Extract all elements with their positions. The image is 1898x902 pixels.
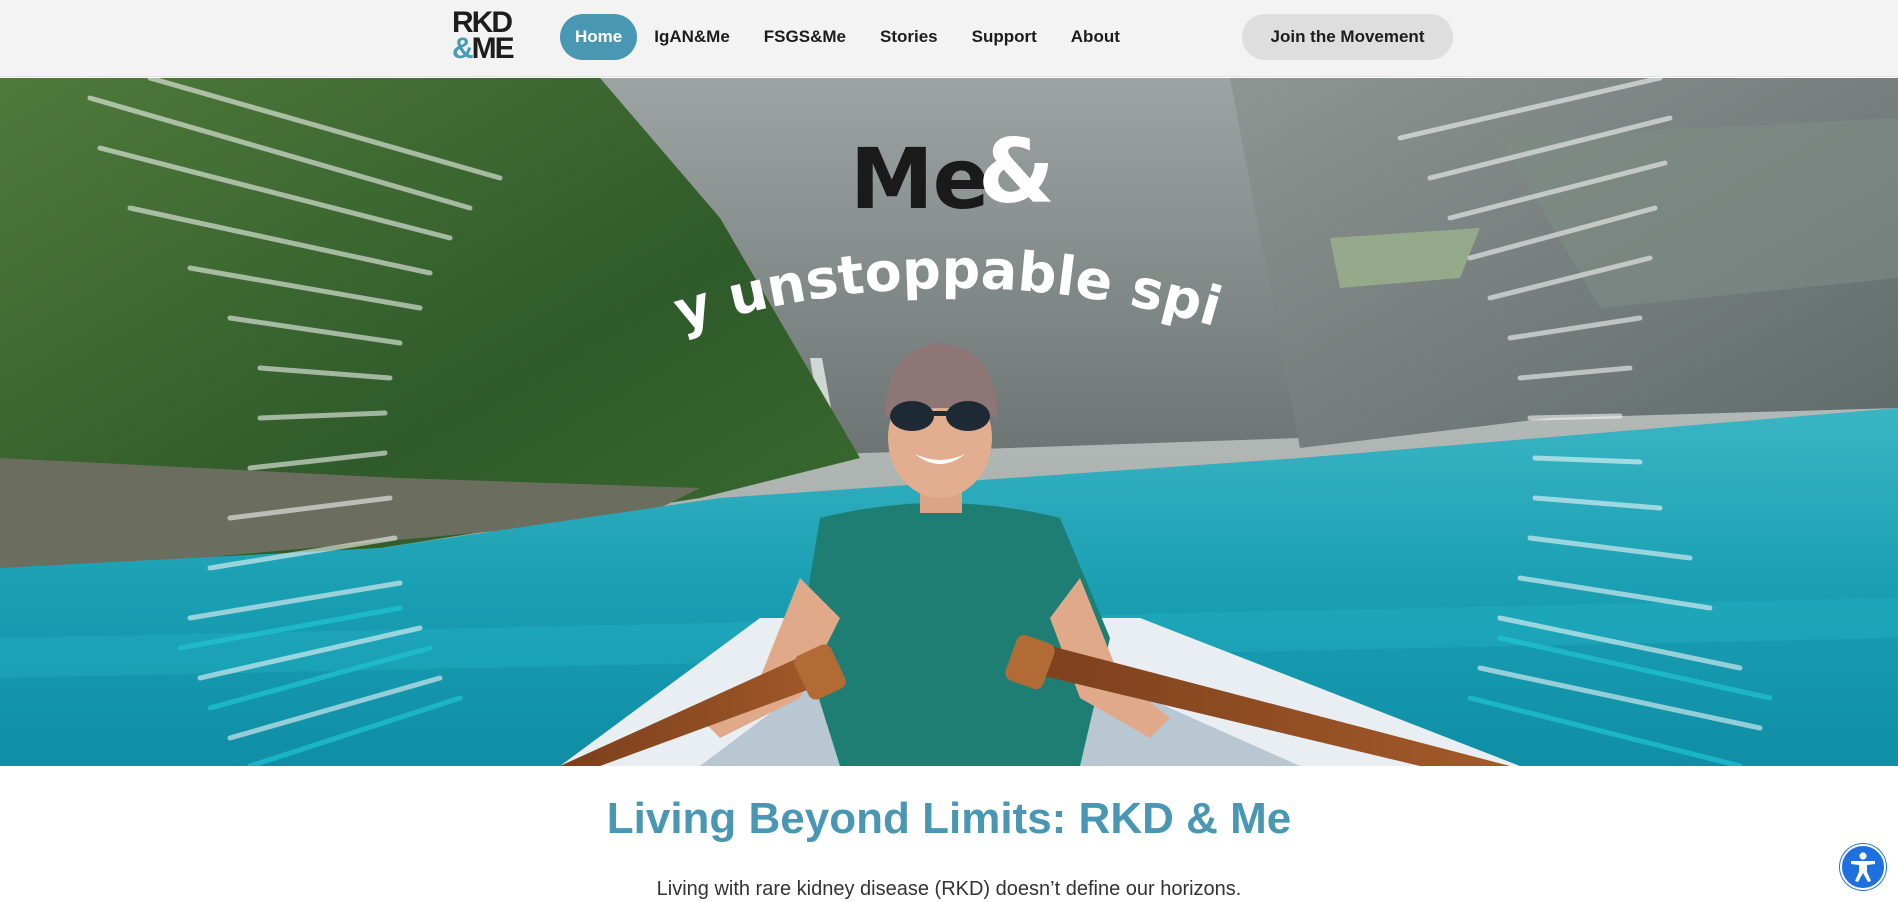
nav-igan-me[interactable]: IgAN&Me [637, 14, 747, 60]
hero-banner: my unstoppable spirit Me & [0, 78, 1898, 766]
hero-title-ampersand: & [978, 120, 1055, 223]
nav-stories[interactable]: Stories [863, 14, 955, 60]
site-header: RKD &ME Home IgAN&Me FSGS&Me Stories Sup… [0, 0, 1898, 77]
logo-me: ME [471, 32, 515, 65]
nav-fsgs-me[interactable]: FSGS&Me [747, 14, 863, 60]
rkd-me-logo[interactable]: RKD &ME [452, 8, 524, 64]
nav-home[interactable]: Home [560, 14, 638, 60]
page-heading: Living Beyond Limits: RKD & Me [606, 794, 1292, 843]
nav-support[interactable]: Support [955, 14, 1054, 60]
logo-text-line2: &ME [452, 34, 524, 64]
hero-title-me: Me [850, 130, 990, 228]
join-the-movement-button[interactable]: Join the Movement [1242, 14, 1453, 60]
logo-ampersand: & [452, 32, 474, 65]
accessibility-button[interactable] [1840, 844, 1886, 890]
accessibility-icon [1851, 852, 1875, 882]
intro-paragraph: Living with rare kidney disease (RKD) do… [656, 878, 1242, 900]
nav-about[interactable]: About [1054, 14, 1137, 60]
main-nav: Home IgAN&Me FSGS&Me Stories Support Abo… [560, 14, 1137, 60]
